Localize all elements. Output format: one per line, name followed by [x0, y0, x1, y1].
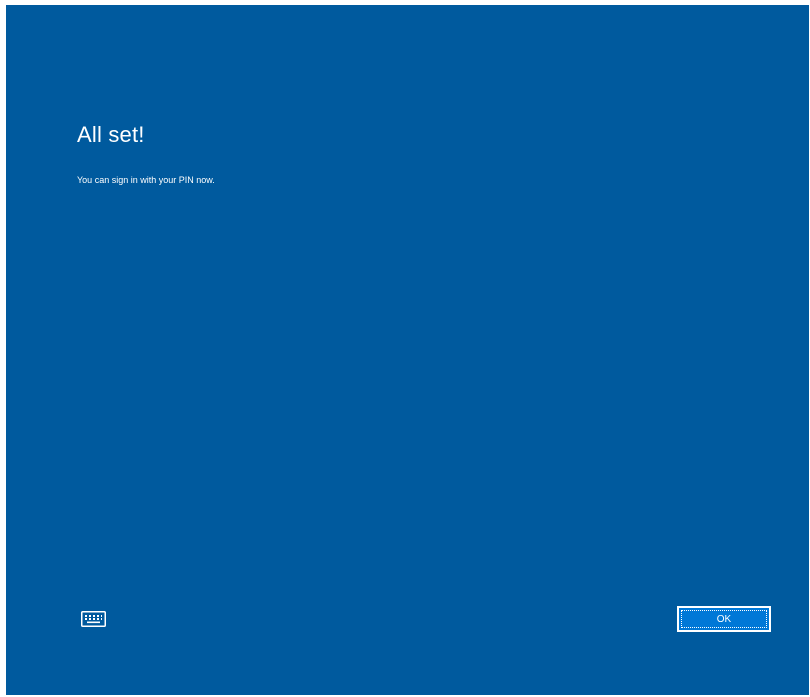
keyboard-icon[interactable] — [81, 611, 106, 627]
ok-button[interactable]: OK — [677, 606, 771, 632]
page-title: All set! — [77, 122, 145, 147]
status-message: You can sign in with your PIN now. — [77, 175, 215, 185]
setup-screen: All set! You can sign in with your PIN n… — [6, 5, 809, 695]
